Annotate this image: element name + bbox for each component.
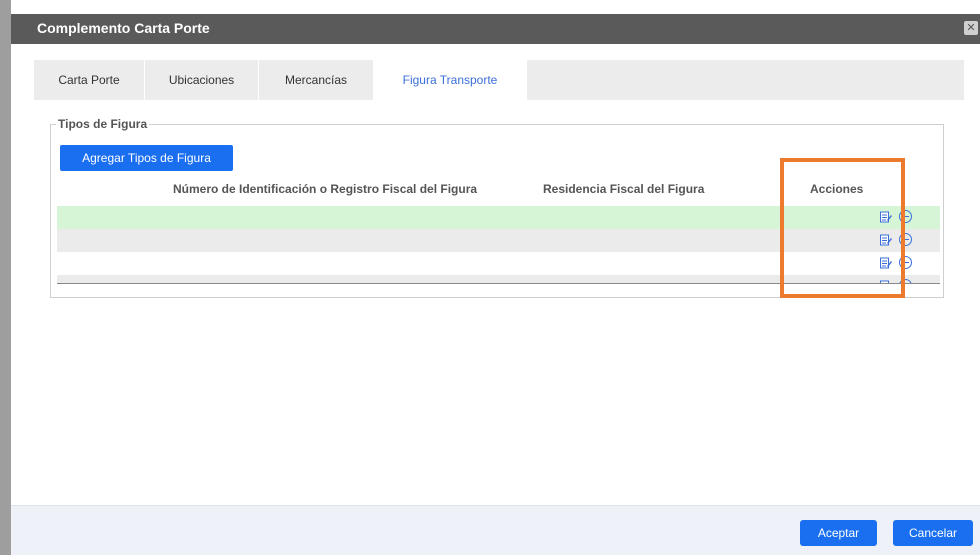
accept-button[interactable]: Aceptar: [800, 520, 877, 546]
tab-bar: Carta Porte Ubicaciones Mercancías Figur…: [34, 60, 964, 100]
cancel-button[interactable]: Cancelar: [893, 520, 973, 546]
dialog-titlebar: Complemento Carta Porte ✕: [11, 14, 980, 44]
window-left-edge: [0, 0, 11, 555]
column-header-registro-fiscal: Número de Identificación o Registro Fisc…: [173, 182, 478, 196]
tab-mercancias[interactable]: Mercancías: [259, 60, 374, 100]
tab-carta-porte[interactable]: Carta Porte: [34, 60, 145, 100]
tab-figura-transporte[interactable]: Figura Transporte: [374, 60, 527, 100]
acciones-highlight-box: [780, 158, 905, 298]
column-header-residencia-fiscal: Residencia Fiscal del Figura: [543, 182, 705, 196]
add-tipos-figura-button[interactable]: Agregar Tipos de Figura: [60, 145, 233, 171]
tab-ubicaciones[interactable]: Ubicaciones: [145, 60, 259, 100]
close-icon[interactable]: ✕: [964, 21, 978, 35]
dialog-title: Complemento Carta Porte: [37, 20, 210, 36]
section-legend: Tipos de Figura: [56, 117, 150, 131]
